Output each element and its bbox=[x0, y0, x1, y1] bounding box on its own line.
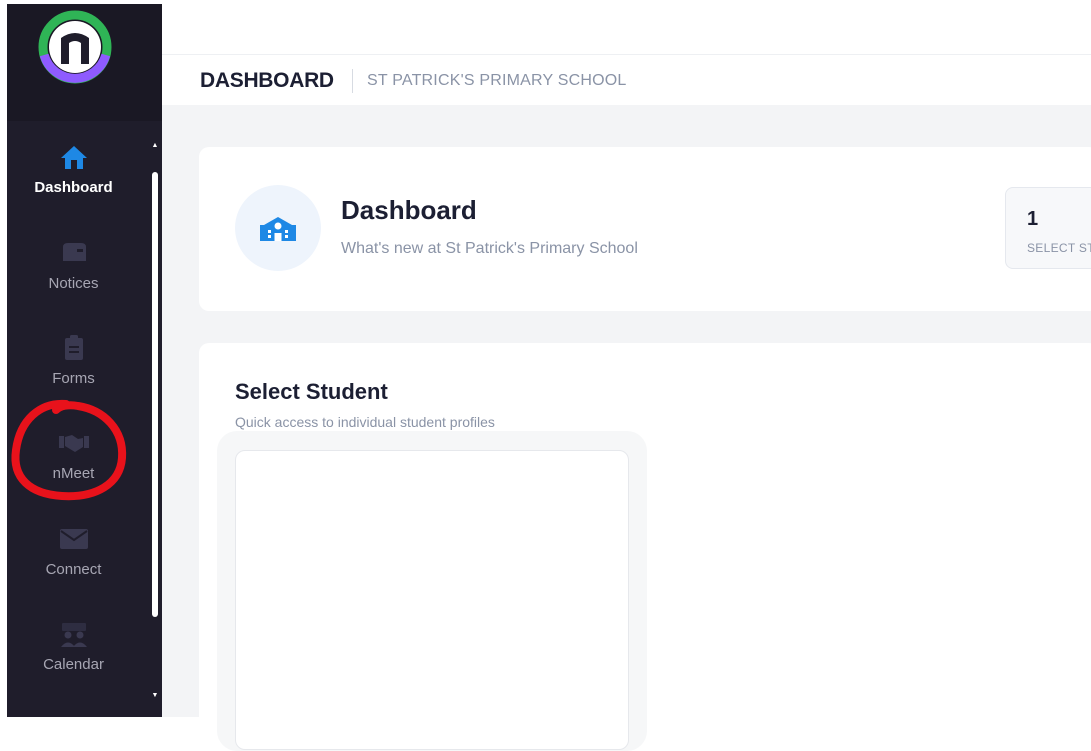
sidebar-item-label: Notices bbox=[48, 275, 99, 292]
scroll-down-arrow-icon[interactable]: ▼ bbox=[151, 692, 159, 700]
sidebar-item-label: Calendar bbox=[43, 656, 104, 673]
top-bar bbox=[162, 0, 1091, 55]
dashboard-title: Dashboard bbox=[341, 195, 477, 225]
sidebar-item-nmeet[interactable]: nMeet bbox=[7, 426, 147, 516]
sidebar-item-label: Dashboard bbox=[34, 179, 113, 196]
envelope-icon bbox=[57, 522, 91, 556]
sidebar-item-notices[interactable]: Notices bbox=[7, 236, 147, 326]
calendar-people-icon bbox=[57, 617, 91, 651]
select-student-title: Select Student bbox=[235, 379, 388, 404]
sidebar-item-calendar[interactable]: Calendar bbox=[7, 617, 147, 707]
stat-label: SELECT STUDENT bbox=[1027, 241, 1091, 255]
scroll-thumb[interactable] bbox=[152, 172, 158, 617]
select-student-card: Select Student Quick access to individua… bbox=[199, 343, 1091, 751]
select-student-subtitle: Quick access to individual student profi… bbox=[235, 414, 495, 430]
main-content: Dashboard What's new at St Patrick's Pri… bbox=[162, 105, 1091, 751]
student-tile[interactable] bbox=[235, 450, 629, 750]
scroll-up-arrow-icon[interactable]: ▲ bbox=[151, 142, 159, 150]
dashboard-hero-card: Dashboard What's new at St Patrick's Pri… bbox=[199, 147, 1091, 311]
sidebar-item-forms[interactable]: Forms bbox=[7, 331, 147, 421]
sidebar-item-dashboard[interactable]: Dashboard bbox=[7, 140, 147, 230]
header-divider bbox=[352, 69, 353, 93]
page-title: DASHBOARD bbox=[200, 69, 334, 92]
home-icon bbox=[57, 140, 91, 174]
app-logo[interactable] bbox=[38, 10, 112, 84]
school-icon bbox=[235, 185, 321, 271]
handshake-icon bbox=[57, 426, 91, 460]
sidebar-item-connect[interactable]: Connect bbox=[7, 522, 147, 612]
dashboard-subtitle: What's new at St Patrick's Primary Schoo… bbox=[341, 240, 638, 257]
sidebar-item-label: Forms bbox=[52, 370, 95, 387]
sidebar: Dashboard Notices Forms nMeet Connect Ca… bbox=[7, 4, 162, 717]
sidebar-item-label: Connect bbox=[45, 561, 102, 578]
logo-band bbox=[7, 4, 162, 121]
school-name: ST PATRICK'S PRIMARY SCHOOL bbox=[367, 72, 627, 89]
clipboard-icon bbox=[57, 331, 91, 365]
sidebar-item-label: nMeet bbox=[52, 465, 95, 482]
page-header: DASHBOARD ST PATRICK'S PRIMARY SCHOOL bbox=[162, 55, 1091, 105]
mailbox-icon bbox=[57, 236, 91, 270]
stat-value: 1 bbox=[1027, 208, 1039, 230]
select-student-stat[interactable]: 1 SELECT STUDENT bbox=[1005, 187, 1091, 269]
sidebar-scrollbar[interactable]: ▲ ▼ bbox=[151, 142, 159, 704]
